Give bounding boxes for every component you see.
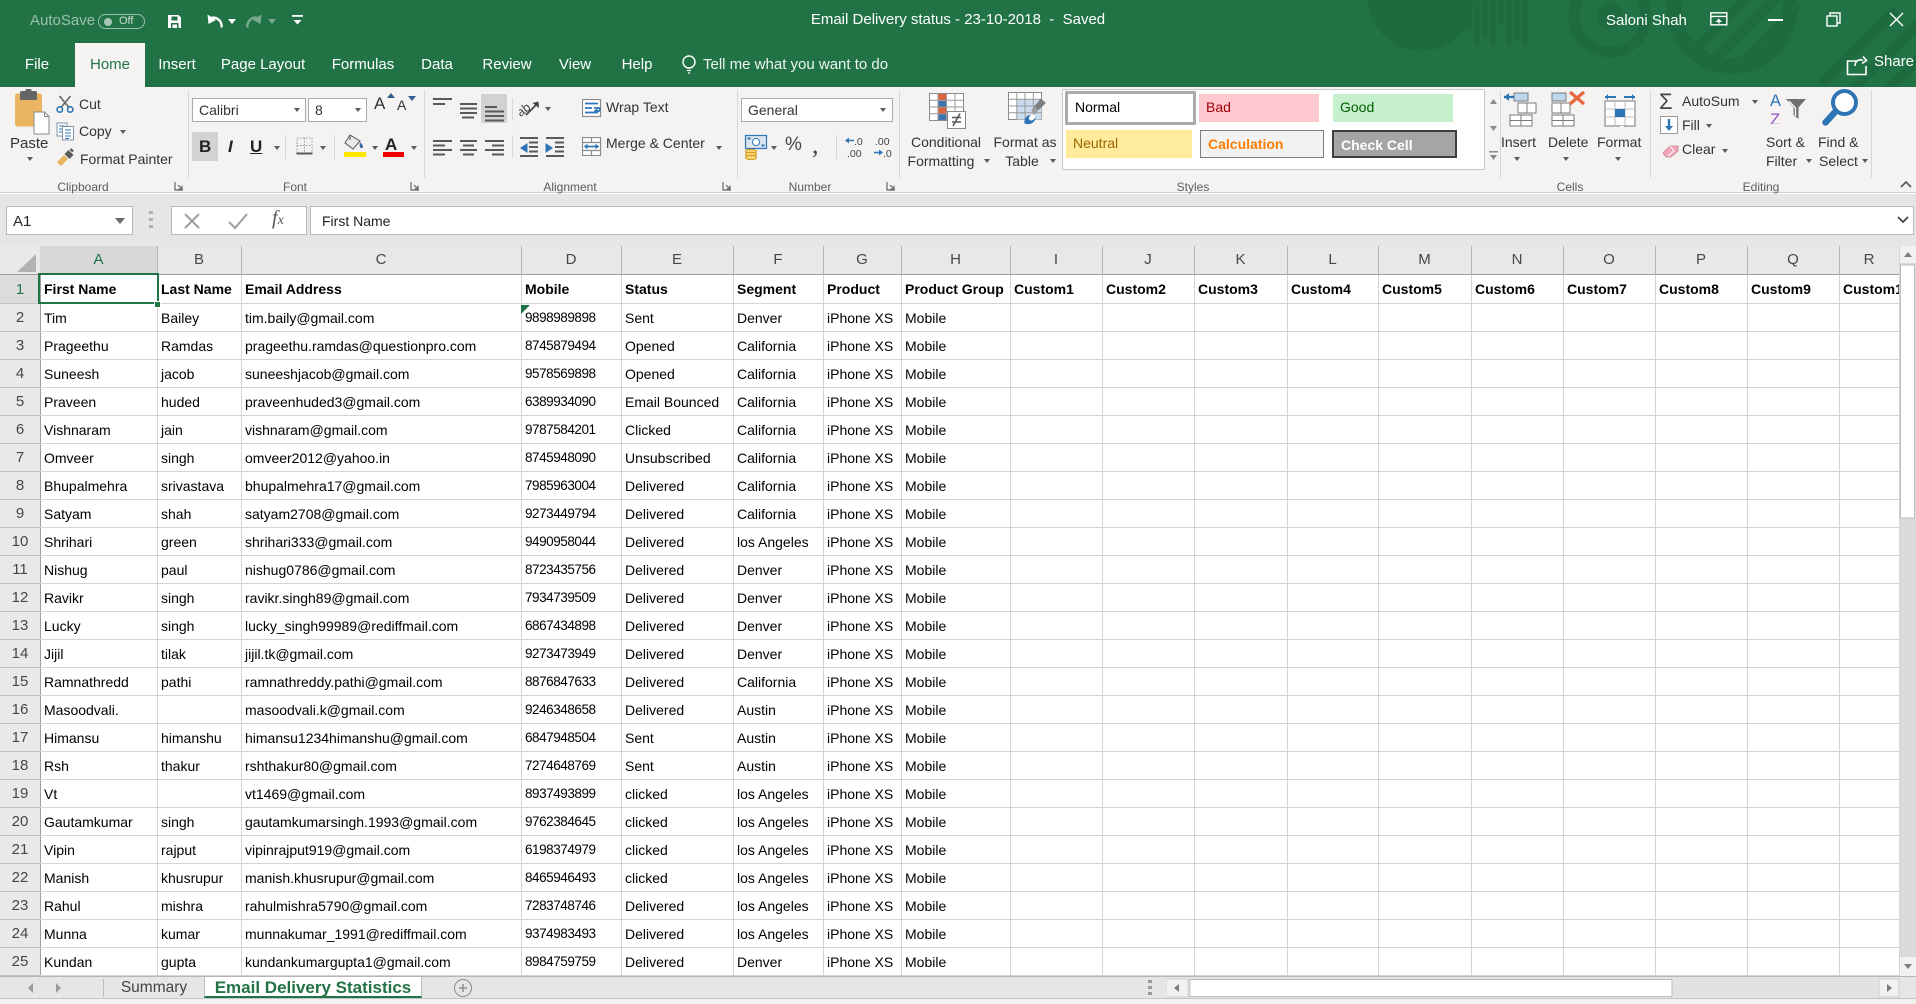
svg-text:Z: Z bbox=[1770, 111, 1780, 124]
svg-text:A: A bbox=[1770, 92, 1781, 110]
svg-text:.00: .00 bbox=[847, 148, 862, 160]
svg-text:.0: .0 bbox=[854, 136, 863, 148]
